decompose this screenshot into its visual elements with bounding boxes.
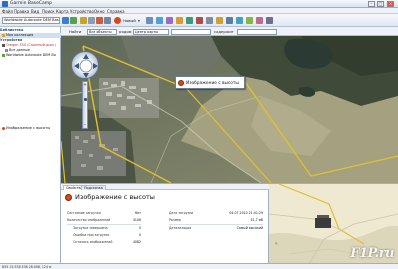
zoom-slider-handle[interactable] bbox=[83, 98, 87, 101]
near-select[interactable]: Центр карты bbox=[133, 28, 169, 35]
svg-text:д.: д. bbox=[275, 241, 278, 245]
divider bbox=[67, 224, 141, 225]
aerial-image-icon bbox=[2, 126, 5, 130]
library-sidebar: Библиотека Моя коллекция Устройства Oreg… bbox=[0, 27, 61, 263]
tab-hint[interactable]: Подсказка bbox=[81, 185, 106, 190]
contains-label: содержит bbox=[214, 29, 234, 34]
window-title: Garmin BaseCamp bbox=[10, 1, 53, 6]
prop-label: Загрузка завершена bbox=[73, 226, 108, 230]
inset-map[interactable]: д. F1P.ru bbox=[269, 183, 398, 263]
new-button[interactable]: Новый bbox=[123, 18, 136, 23]
prop-label: Детализация bbox=[169, 226, 192, 230]
prop-value: Нет bbox=[134, 211, 141, 215]
status-bar: N55 25.538 E38 28.098, 124 м bbox=[0, 263, 398, 269]
prop-label: Осталось изображений bbox=[73, 240, 113, 244]
scope-select[interactable]: Все объекты bbox=[87, 28, 117, 35]
divider bbox=[169, 224, 263, 225]
details-panel: Свойства Подсказка Изображение с высоты … bbox=[61, 183, 269, 263]
zoom-icon[interactable] bbox=[88, 17, 95, 24]
map-product-select[interactable]: Worldwide Autoroute DEM Basemap, NR bbox=[2, 17, 60, 24]
pan-arrows-icon bbox=[74, 54, 98, 78]
photo-icon[interactable] bbox=[176, 17, 183, 24]
prop-value: Самый высокий bbox=[236, 226, 263, 230]
waypoint-icon[interactable] bbox=[216, 17, 223, 24]
sidebar-item-basemap[interactable]: Worldwide Autoroute DEM Ba bbox=[0, 53, 61, 58]
sidebar-item-label: Изображение с высоты bbox=[6, 126, 51, 130]
satellite-icon[interactable] bbox=[236, 17, 243, 24]
sidebar-item-label: Все данные bbox=[9, 48, 30, 52]
app-icon bbox=[2, 1, 8, 7]
measure-icon[interactable] bbox=[104, 17, 111, 24]
search-input[interactable] bbox=[171, 28, 211, 35]
callout-label: Изображение с высоты bbox=[186, 81, 239, 86]
prop-value: 52,7 мб bbox=[250, 218, 263, 222]
sidebar-item-label: Worldwide Autoroute DEM Ba bbox=[6, 53, 56, 57]
sidebar-item-label: Моя коллекция bbox=[6, 33, 34, 37]
title-bar: Garmin BaseCamp – □ × bbox=[0, 0, 398, 8]
prop-value: 4082 bbox=[132, 240, 141, 244]
coordinates-readout: N55 25.538 E38 28.098, 124 м bbox=[2, 265, 52, 269]
prop-value: 4106 bbox=[132, 218, 141, 222]
filter-icon[interactable] bbox=[166, 17, 173, 24]
prop-label: Количество изображений bbox=[67, 218, 111, 222]
zoom-in-button[interactable]: + bbox=[83, 83, 87, 87]
search-bar: Найти Все объекты рядом Центр карты соде… bbox=[61, 27, 398, 36]
contains-input[interactable] bbox=[237, 28, 277, 35]
details-title: Изображение с высоты bbox=[75, 193, 155, 201]
gps-device-icon bbox=[2, 43, 5, 47]
send-to-device-icon[interactable] bbox=[146, 17, 153, 24]
library-header-label: Библиотека bbox=[0, 28, 24, 32]
maximize-button[interactable]: □ bbox=[377, 1, 384, 7]
toolbar: Worldwide Autoroute DEM Basemap, NR Новы… bbox=[0, 14, 398, 27]
aerial-image-icon bbox=[178, 80, 184, 86]
near-label: рядом bbox=[119, 29, 132, 34]
satellite-imagery bbox=[61, 36, 398, 183]
prop-label: Дата загрузки bbox=[169, 211, 194, 215]
map-view-icon[interactable] bbox=[226, 17, 233, 24]
find-label: Найти bbox=[69, 29, 82, 34]
list-view-icon[interactable] bbox=[206, 17, 213, 24]
data-icon bbox=[5, 48, 8, 52]
prop-value: 04.07.2010 21:41:29 bbox=[229, 211, 263, 215]
prop-value: 0 bbox=[138, 226, 141, 230]
3d-view-icon[interactable] bbox=[70, 17, 77, 24]
settings-icon[interactable] bbox=[266, 17, 273, 24]
zoom-slider[interactable]: + – bbox=[82, 81, 88, 129]
pencil-icon[interactable] bbox=[96, 17, 103, 24]
hand-pan-icon[interactable] bbox=[80, 17, 87, 24]
details-tabs: Свойства Подсказка bbox=[61, 184, 269, 190]
print-icon[interactable] bbox=[256, 17, 263, 24]
close-button[interactable]: × bbox=[387, 1, 394, 7]
prop-label: Размер bbox=[169, 218, 181, 222]
globe-icon[interactable] bbox=[62, 17, 69, 24]
devices-header-label: Устройства bbox=[0, 38, 23, 42]
terrain-icon[interactable] bbox=[246, 17, 253, 24]
track-icon[interactable] bbox=[196, 17, 203, 24]
minimize-button[interactable]: – bbox=[368, 1, 375, 7]
map-callout[interactable]: Изображение с высоты bbox=[175, 76, 245, 89]
map-icon bbox=[2, 53, 5, 57]
prop-value: 0 bbox=[138, 233, 141, 237]
sidebar-item-label: Oregon 550 (Съемный диск) bbox=[6, 43, 56, 47]
prop-label: Ошибка при загрузке bbox=[73, 233, 110, 237]
site-watermark: F1P.ru bbox=[350, 246, 394, 261]
aerial-image-icon bbox=[65, 194, 72, 201]
receive-from-device-icon[interactable] bbox=[156, 17, 163, 24]
sidebar-item-aerial-image[interactable]: Изображение с высоты bbox=[0, 125, 61, 132]
new-item-icon[interactable] bbox=[114, 17, 121, 24]
map-view[interactable]: + – Изображение с высоты bbox=[61, 36, 398, 183]
folder-icon bbox=[2, 33, 5, 37]
route-icon[interactable] bbox=[186, 17, 193, 24]
zoom-out-button[interactable]: – bbox=[83, 123, 87, 127]
new-dropdown-arrow[interactable]: ▾ bbox=[138, 18, 140, 23]
prop-label: Состояние загрузки bbox=[67, 211, 101, 215]
pan-control[interactable] bbox=[71, 51, 99, 79]
